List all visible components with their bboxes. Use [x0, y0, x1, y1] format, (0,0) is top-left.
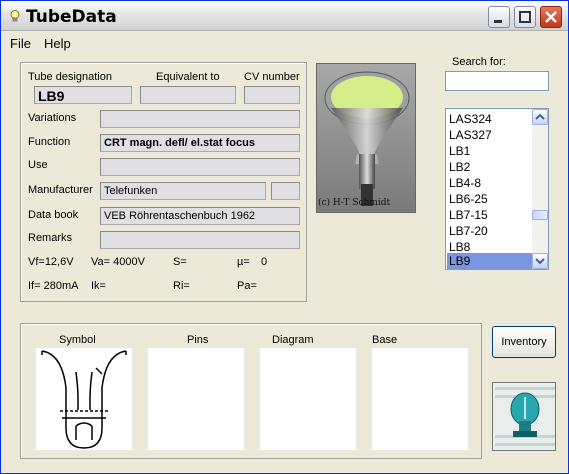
tube-logo: [492, 382, 556, 451]
va-value: Va= 4000V: [91, 256, 145, 268]
photo-credit: (c) H-T Schmidt: [318, 198, 391, 208]
pins-view: [148, 348, 244, 450]
search-label: Search for:: [452, 56, 506, 68]
tube-list[interactable]: LAS324 LAS327 LB1 LB2 LB4-8 LB6-25 LB7-1…: [445, 108, 549, 270]
variations-field[interactable]: [100, 110, 300, 128]
search-input[interactable]: [445, 71, 549, 91]
function-label: Function: [28, 136, 71, 148]
list-item[interactable]: LB7-15: [447, 207, 532, 223]
s-value: S=: [173, 256, 187, 268]
manufacturer-code-field[interactable]: [271, 182, 300, 200]
base-label: Base: [372, 334, 398, 346]
scroll-down-button[interactable]: [532, 253, 548, 269]
equivalent-label: Equivalent to: [156, 71, 220, 83]
list-item[interactable]: LB7-20: [447, 223, 532, 239]
window-title: TubeData: [26, 7, 117, 27]
cv-number-label: CV number: [244, 71, 300, 83]
manufacturer-label: Manufacturer: [28, 184, 93, 196]
maximize-icon: [519, 11, 531, 23]
diagram-view: [260, 348, 356, 450]
scroll-up-button[interactable]: [532, 109, 548, 125]
designation-field[interactable]: LB9: [34, 86, 132, 104]
ri-value: Ri=: [173, 280, 190, 292]
pa-value: Pa=: [237, 280, 257, 292]
use-field[interactable]: [100, 158, 300, 176]
ik-value: Ik=: [91, 280, 106, 292]
databook-label: Data book: [28, 209, 79, 221]
function-field[interactable]: CRT magn. defl/ el.stat focus: [100, 134, 300, 152]
manufacturer-field[interactable]: Telefunken: [100, 182, 266, 200]
tube-photo: (c) H-T Schmidt: [316, 63, 416, 213]
databook-field[interactable]: VEB Röhrentaschenbuch 1962: [100, 207, 300, 225]
lightbulb-icon: [10, 10, 20, 22]
list-item-selected[interactable]: LB9: [447, 253, 532, 269]
remarks-field[interactable]: [100, 231, 300, 249]
pins-label: Pins: [187, 334, 209, 346]
minimize-icon: [494, 20, 502, 23]
title-bar[interactable]: TubeData: [1, 1, 568, 31]
equivalent-field[interactable]: [140, 86, 236, 104]
chevron-up-icon: [535, 113, 545, 120]
tube-logo-icon: [493, 383, 555, 450]
mu-label: µ=: [237, 256, 250, 268]
symbol-view: [36, 348, 132, 450]
chevron-down-icon: [535, 258, 545, 265]
list-item[interactable]: LAS327: [447, 127, 532, 143]
symbol-label: Symbol: [59, 334, 96, 346]
menu-file[interactable]: File: [10, 36, 31, 51]
use-label: Use: [28, 159, 48, 171]
list-item[interactable]: LB2: [447, 159, 532, 175]
menu-help[interactable]: Help: [44, 36, 71, 51]
maximize-button[interactable]: [514, 6, 536, 28]
scroll-thumb[interactable]: [532, 210, 548, 220]
designation-label: Tube designation: [28, 71, 112, 83]
diagram-label: Diagram: [272, 334, 314, 346]
menu-bar: File Help: [1, 31, 568, 53]
mu-value: 0: [261, 256, 268, 268]
tube-photo-image: [317, 64, 415, 212]
cv-number-field[interactable]: [244, 86, 300, 104]
inventory-button[interactable]: Inventory: [492, 326, 556, 358]
list-item[interactable]: LB6-25: [447, 191, 532, 207]
vf-value: Vf=12,6V: [28, 256, 74, 268]
close-button[interactable]: [540, 6, 562, 28]
remarks-label: Remarks: [28, 232, 73, 244]
base-view: [372, 348, 468, 450]
variations-label: Variations: [28, 112, 77, 124]
minimize-button[interactable]: [488, 6, 510, 28]
list-item[interactable]: LB4-8: [447, 175, 532, 191]
close-icon: [545, 11, 557, 23]
tube-symbol-image: [41, 350, 127, 449]
list-item[interactable]: LB1: [447, 143, 532, 159]
list-scrollbar[interactable]: [532, 109, 548, 269]
list-item[interactable]: LAS324: [447, 111, 532, 127]
app-window: TubeData File Help Tube designation Equi…: [0, 0, 569, 474]
if-value: If= 280mA: [28, 280, 79, 292]
